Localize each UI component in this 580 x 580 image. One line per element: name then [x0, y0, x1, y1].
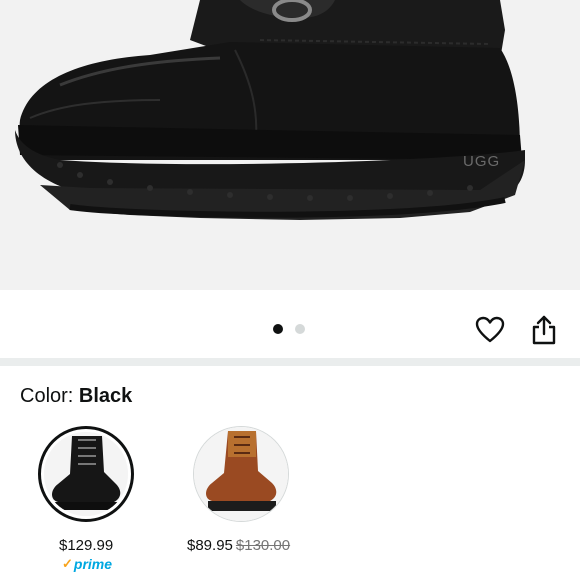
product-image[interactable]: UGG [0, 0, 580, 290]
swatch-brown-price: $89.95 $130.00 [187, 537, 290, 555]
color-label: Color: [20, 385, 79, 407]
color-heading: Color: Black [20, 384, 132, 408]
share-icon[interactable] [526, 312, 562, 348]
heart-icon[interactable] [472, 312, 508, 348]
prime-check-icon: ✓ [62, 556, 73, 571]
swatch-brown[interactable] [193, 426, 289, 522]
swatch-black-price: $129.99 [59, 537, 113, 555]
prime-badge: ✓ prime [62, 556, 112, 572]
swatch-black[interactable] [38, 426, 134, 522]
price-value: $129.99 [59, 537, 114, 554]
swatch-brown-image [194, 427, 288, 521]
image-pager[interactable] [273, 324, 305, 334]
section-divider [0, 358, 580, 366]
color-value: Black [78, 385, 133, 407]
pager-dot-active[interactable] [273, 324, 283, 334]
boot-illustration [15, 0, 525, 220]
swatch-black-image [44, 432, 128, 516]
pager-dot[interactable] [295, 324, 305, 334]
brand-logo: UGG [463, 153, 501, 170]
original-price: $130.00 [235, 537, 291, 554]
prime-label: prime [73, 556, 113, 572]
price-value: $89.95 [187, 537, 233, 554]
